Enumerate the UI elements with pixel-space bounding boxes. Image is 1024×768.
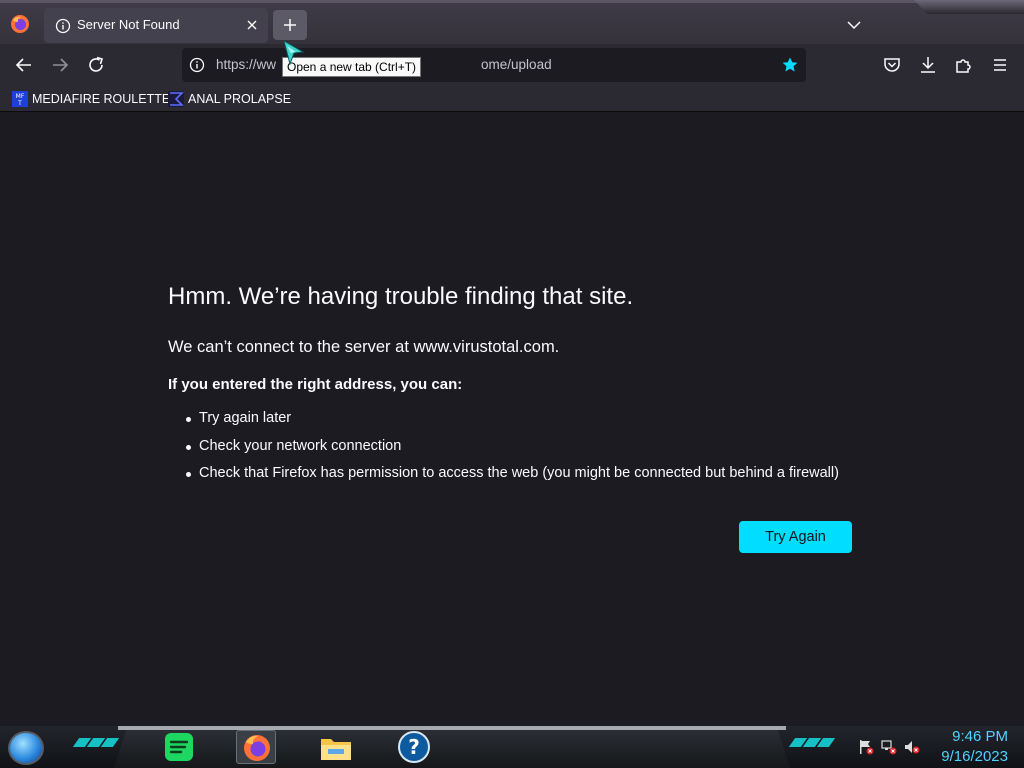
taskbar-frame-highlight bbox=[118, 726, 786, 730]
clock-date: 9/16/2023 bbox=[941, 748, 1008, 765]
firefox-icon-graphic bbox=[244, 735, 270, 761]
help-icon[interactable]: ? bbox=[394, 730, 434, 764]
taskbar-frame bbox=[114, 726, 790, 768]
file-explorer-icon[interactable] bbox=[316, 730, 356, 764]
url-prefix: https://ww bbox=[216, 57, 277, 72]
info-icon[interactable] bbox=[189, 57, 205, 73]
bookmark-sigma[interactable]: ANAL PROLAPSE bbox=[168, 89, 291, 109]
mediafire-icon: MF T bbox=[12, 91, 28, 107]
taskbar-clock[interactable]: 9:46 PM 9/16/2023 bbox=[941, 727, 1008, 767]
firefox-app-icon[interactable] bbox=[10, 14, 30, 34]
svg-text:MF: MF bbox=[16, 93, 25, 100]
url-bar[interactable]: https://ww ome/upload bbox=[182, 48, 806, 82]
firefox-icon[interactable] bbox=[236, 730, 276, 764]
spotify-icon[interactable] bbox=[160, 730, 200, 764]
extensions-icon[interactable] bbox=[953, 54, 975, 76]
try-again-button[interactable]: Try Again bbox=[739, 521, 852, 553]
sigma-icon bbox=[168, 91, 184, 107]
network-disconnected-icon[interactable] bbox=[881, 739, 897, 755]
bookmark-star-icon[interactable] bbox=[781, 56, 799, 74]
new-tab-button[interactable] bbox=[273, 10, 307, 40]
bookmarks-toolbar: MF T MEDIAFIRE ROULETTER ANAL PROLAPSE bbox=[0, 86, 1024, 112]
hamburger-menu-icon[interactable] bbox=[989, 54, 1011, 76]
tab-strip: Server Not Found bbox=[0, 0, 1024, 44]
help-icon-graphic: ? bbox=[398, 731, 430, 763]
error-title: Hmm. We’re having trouble finding that s… bbox=[168, 283, 634, 310]
volume-muted-icon[interactable] bbox=[904, 739, 920, 755]
mouse-cursor-icon bbox=[283, 40, 305, 66]
pocket-icon[interactable] bbox=[881, 54, 903, 76]
list-item: Check your network connection bbox=[186, 438, 839, 466]
error-subtitle: We can’t connect to the server at www.vi… bbox=[168, 338, 560, 356]
titlebar-decoration bbox=[914, 0, 1024, 14]
list-item: Try again later bbox=[186, 410, 839, 438]
taskbar-decoration bbox=[788, 738, 836, 750]
spotify-icon-graphic bbox=[165, 733, 193, 761]
bookmark-mediafire[interactable]: MF T MEDIAFIRE ROULETTER bbox=[12, 89, 179, 109]
reload-icon[interactable] bbox=[85, 54, 107, 76]
error-hint: If you entered the right address, you ca… bbox=[168, 376, 463, 393]
chevron-down-icon[interactable] bbox=[843, 15, 865, 35]
url-suffix: ome/upload bbox=[481, 57, 552, 72]
folder-icon bbox=[321, 739, 351, 760]
start-button[interactable] bbox=[8, 731, 44, 765]
bookmark-label: ANAL PROLAPSE bbox=[188, 92, 292, 106]
downloads-icon[interactable] bbox=[917, 54, 939, 76]
bookmark-label: MEDIAFIRE ROULETTER bbox=[32, 92, 180, 106]
tab-server-not-found[interactable]: Server Not Found bbox=[44, 8, 268, 43]
svg-text:?: ? bbox=[408, 735, 420, 759]
clock-time: 9:46 PM bbox=[952, 728, 1008, 745]
back-arrow-icon[interactable] bbox=[13, 54, 35, 76]
navigation-toolbar: https://ww ome/upload bbox=[0, 44, 1024, 86]
error-page: Hmm. We’re having trouble finding that s… bbox=[0, 113, 1024, 726]
info-icon bbox=[55, 18, 71, 34]
close-tab-icon[interactable] bbox=[244, 17, 260, 33]
plus-icon bbox=[284, 19, 296, 31]
list-item: Check that Firefox has permission to acc… bbox=[186, 465, 839, 493]
svg-text:T: T bbox=[17, 100, 22, 107]
forward-arrow-icon[interactable] bbox=[49, 54, 71, 76]
error-suggestion-list: Try again later Check your network conne… bbox=[186, 410, 839, 493]
tab-title: Server Not Found bbox=[77, 17, 180, 32]
action-center-flag-icon[interactable] bbox=[858, 739, 874, 755]
taskbar-decoration bbox=[72, 738, 120, 750]
